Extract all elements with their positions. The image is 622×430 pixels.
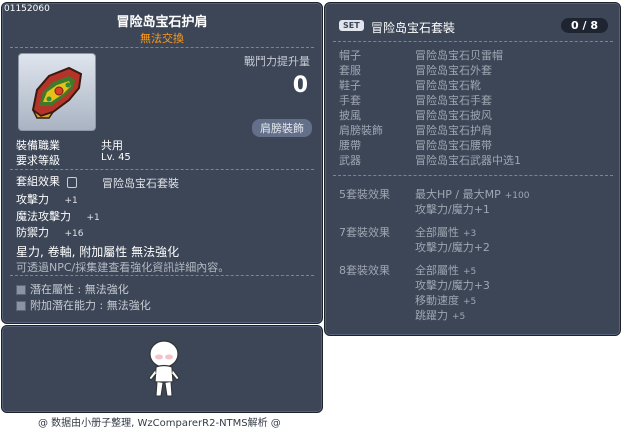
divider — [10, 47, 314, 48]
set-effect-row: 套組效果 — [16, 173, 77, 189]
set-piece: 冒险岛宝石武器中选1 — [415, 154, 521, 167]
set-piece: 冒险岛宝石贝雷帽 — [415, 49, 503, 62]
set-effect-line: 攻擊力/魔力+3 — [415, 279, 490, 292]
set-slot: 手套 — [339, 94, 361, 107]
divider — [10, 169, 314, 170]
set-slot: 鞋子 — [339, 79, 361, 92]
bonus-potential-row: 附加潛在能力 : 無法強化 — [16, 297, 151, 313]
lock-icon — [66, 176, 77, 188]
job-value: 共用 — [101, 139, 123, 152]
trade-status: 無法交換 — [140, 32, 184, 45]
set-effect-panel: SET 冒险岛宝石套裝 0 / 8 帽子 冒险岛宝石贝雷帽 套服 冒险岛宝石外套… — [324, 2, 621, 336]
set-effect-8-header: 8套裝效果 — [339, 264, 390, 277]
potential-value: 無法強化 — [84, 283, 129, 296]
set-piece: 冒险岛宝石护肩 — [415, 124, 492, 137]
potential-label: 潛在屬性 — [30, 283, 74, 296]
footer-credit: @ 数据由小册子整理, WzComparerR2-NTMS解析 @ — [38, 418, 281, 429]
job-label: 裝備職業 — [16, 139, 60, 152]
set-badge: SET — [339, 20, 364, 31]
level-row: 要求等級 Lv. 45 — [16, 152, 131, 168]
set-effect-line: 攻擊力/魔力+1 — [415, 203, 490, 216]
stat-defense: 防禦力 +16 — [16, 226, 84, 239]
set-slot: 套服 — [339, 64, 361, 77]
stat-magic-attack: 魔法攻擊力 +1 — [16, 210, 100, 223]
potential-icon — [16, 285, 26, 295]
set-effect-label: 套組效果 — [16, 175, 60, 188]
set-effect-5-header: 5套裝效果 — [339, 188, 390, 201]
level-label: 要求等級 — [16, 154, 60, 167]
divider — [333, 41, 613, 42]
set-slot: 腰帶 — [339, 139, 361, 152]
set-slot: 披風 — [339, 109, 361, 122]
set-title: 冒险岛宝石套裝 — [371, 21, 456, 35]
stat-attack: 攻擊力 +1 — [16, 193, 78, 206]
potential-row: 潛在屬性 : 無法強化 — [16, 281, 129, 297]
set-effect-line: 全部屬性 +3 — [415, 226, 477, 239]
set-piece: 冒险岛宝石外套 — [415, 64, 492, 77]
bonus-potential-value: 無法強化 — [106, 299, 151, 312]
set-slot: 肩膀裝飾 — [339, 124, 383, 137]
set-effect-line: 跳躍力 +5 — [415, 309, 466, 322]
set-effect-line: 攻擊力/魔力+2 — [415, 241, 490, 254]
slot-badge: 肩膀裝飾 — [252, 119, 312, 137]
divider — [10, 275, 314, 276]
divider — [333, 175, 613, 176]
set-piece: 冒险岛宝石披风 — [415, 109, 492, 122]
set-piece: 冒险岛宝石手套 — [415, 94, 492, 107]
power-value: 0 — [292, 73, 308, 98]
job-row: 裝備職業 共用 — [16, 137, 123, 153]
set-count: 0 / 8 — [561, 18, 608, 33]
item-name: 冒险岛宝石护肩 — [116, 15, 208, 30]
character-preview-panel — [1, 325, 323, 413]
set-effect-line: 移動速度 +5 — [415, 294, 477, 307]
bonus-potential-label: 附加潛在能力 — [30, 299, 96, 312]
set-effect-7-header: 7套裝效果 — [339, 226, 390, 239]
set-slot: 武器 — [339, 154, 361, 167]
shoulder-armor-icon — [31, 66, 83, 119]
set-effect-value: 冒险岛宝石套裝 — [102, 177, 179, 190]
set-effect-line: 最大HP / 最大MP +100 — [415, 188, 530, 201]
item-icon-box — [18, 53, 96, 131]
set-effect-line: 全部屬性 +5 — [415, 264, 477, 277]
set-piece: 冒险岛宝石靴 — [415, 79, 481, 92]
item-tooltip-panel: 01152060 冒险岛宝石护肩 無法交換 戰鬥力提升量 0 肩膀裝飾 裝備職業… — [1, 2, 323, 324]
upgrade-flags: 星力, 卷軸, 附加屬性 無法強化 — [16, 245, 180, 259]
power-label: 戰鬥力提升量 — [244, 55, 310, 68]
bonus-potential-icon — [16, 301, 26, 311]
level-value: Lv. 45 — [101, 152, 131, 163]
character-preview-icon — [148, 340, 180, 397]
upgrade-hint: 可透過NPC/採集建查看強化資訊詳細內容。 — [16, 261, 230, 274]
set-piece: 冒险岛宝石腰带 — [415, 139, 492, 152]
set-slot: 帽子 — [339, 49, 361, 62]
